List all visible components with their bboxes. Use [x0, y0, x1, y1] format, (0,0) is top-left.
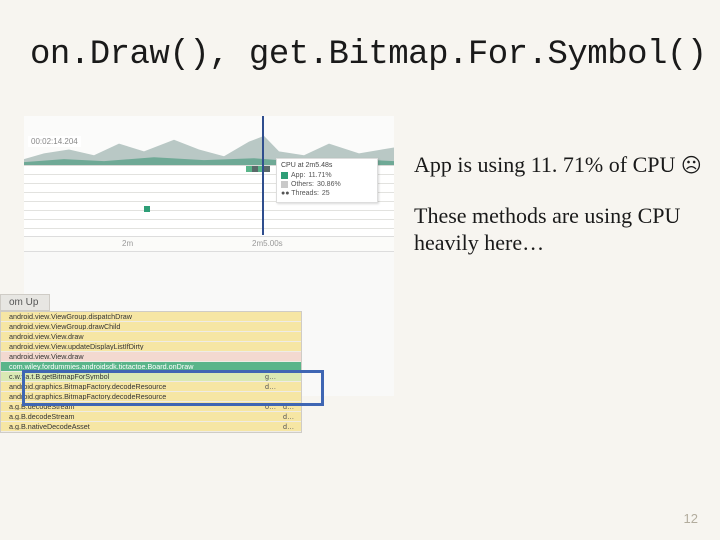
method-name: a.g.B.decodeStream: [1, 403, 265, 410]
method-name: android.view.View.draw: [1, 333, 265, 340]
tooltip-app-value: 11.71%: [308, 172, 331, 179]
table-row: a.g.B.decodeStreamo…d…: [1, 402, 301, 412]
method-name: android.view.View.updateDisplayListIfDir…: [1, 343, 265, 350]
col-3: d…: [283, 403, 301, 410]
table-row: c.w.f.a.t.B.getBitmapForSymbolg…: [1, 372, 301, 382]
method-name: android.graphics.BitmapFactory.decodeRes…: [1, 393, 265, 400]
commentary: App is using 11. 71% of CPU ☹ These meth…: [414, 152, 720, 280]
method-name: c.w.f.a.t.B.getBitmapForSymbol: [1, 373, 265, 380]
axis-tick-1: 2m: [122, 239, 133, 248]
sad-face-icon: ☹: [681, 155, 702, 177]
tooltip-app-label: App:: [291, 172, 305, 179]
table-row: android.view.View.updateDisplayListIfDir…: [1, 342, 301, 352]
method-name: android.graphics.BitmapFactory.decodeRes…: [1, 383, 265, 390]
activity-marker: [144, 206, 150, 212]
axis-tick-2: 2m5.00s: [252, 239, 283, 248]
table-row: android.graphics.BitmapFactory.decodeRes…: [1, 392, 301, 402]
method-name: android.view.View.draw: [1, 353, 265, 360]
method-name: a.g.B.nativeDecodeAsset: [1, 423, 265, 430]
swatch-app-icon: [281, 172, 288, 179]
commentary-text-1: App is using 11. 71% of CPU: [414, 152, 681, 177]
tooltip-others-value: 30.86%: [317, 181, 341, 188]
table-row: android.view.ViewGroup.dispatchDraw: [1, 312, 301, 322]
col-3: d…: [283, 423, 301, 430]
col-3: d…: [283, 413, 301, 420]
table-row: android.graphics.BitmapFactory.decodeRes…: [1, 382, 301, 392]
playhead-line: [262, 116, 264, 235]
method-name: a.g.B.decodeStream: [1, 413, 265, 420]
page-title: on.Draw(), get.Bitmap.For.Symbol(): [0, 0, 720, 74]
methods-table: android.view.ViewGroup.dispatchDraw andro…: [0, 311, 302, 433]
table-row: com.wiley.fordummies.androidsdk.tictacto…: [1, 362, 301, 372]
tooltip-row-threads: ●● Threads: 25: [281, 190, 373, 197]
slide-number: 12: [684, 511, 698, 526]
swatch-others-icon: [281, 181, 288, 188]
col-2: d…: [265, 383, 283, 390]
tooltip-others-label: Others:: [291, 181, 314, 188]
commentary-line-1: App is using 11. 71% of CPU ☹: [414, 152, 720, 179]
table-row: android.view.View.draw: [1, 332, 301, 342]
commentary-line-2: These methods are using CPU heavily here…: [414, 203, 720, 257]
table-row: android.view.View.draw: [1, 352, 301, 362]
col-2: o…: [265, 403, 283, 410]
table-row: android.view.ViewGroup.drawChild: [1, 322, 301, 332]
method-name: android.view.ViewGroup.dispatchDraw: [1, 313, 265, 320]
tooltip-title: CPU at 2m5.48s: [281, 162, 373, 169]
bottom-up-panel: om Up android.view.ViewGroup.dispatchDra…: [0, 294, 302, 433]
col-2: g…: [265, 373, 283, 380]
tooltip-row-app: App: 11.71%: [281, 172, 373, 179]
method-name: com.wiley.fordummies.androidsdk.tictacto…: [1, 363, 265, 370]
table-row: a.g.B.decodeStream d…: [1, 412, 301, 422]
bottom-up-tab: om Up: [0, 294, 50, 311]
time-axis: 2m 2m5.00s: [24, 236, 394, 252]
table-row: a.g.B.nativeDecodeAsset d…: [1, 422, 301, 432]
tooltip-row-others: Others: 30.86%: [281, 181, 373, 188]
tooltip-threads-value: 25: [322, 190, 330, 197]
cpu-tooltip: CPU at 2m5.48s App: 11.71% Others: 30.86…: [276, 158, 378, 203]
method-name: android.view.ViewGroup.drawChild: [1, 323, 265, 330]
tooltip-threads-label: ●● Threads:: [281, 190, 319, 197]
